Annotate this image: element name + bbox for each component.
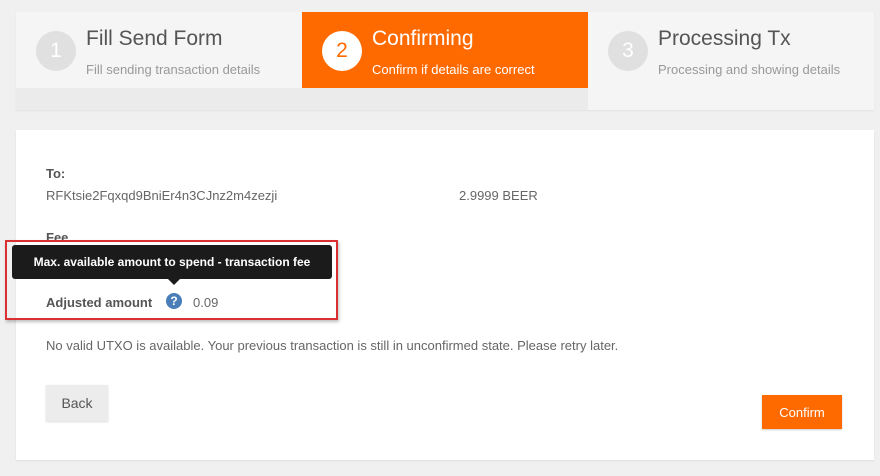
step-number: 1 [36,31,76,71]
error-message: No valid UTXO is available. Your previou… [46,338,619,353]
recipient-address: RFKtsie2Fqxqd9BniEr4n3CJnz2m4zezji [46,188,278,203]
step-subtitle: Fill sending transaction details [86,62,261,77]
step-number: 3 [608,31,648,71]
step-confirming: 2 Confirming Confirm if details are corr… [302,12,588,88]
wizard-steps: 1 Fill Send Form Fill sending transactio… [16,12,874,110]
to-label: To: [46,166,66,181]
step-title: Processing Tx [658,27,791,50]
back-button[interactable]: Back [46,385,108,421]
send-amount: 2.9999 BEER [459,188,538,203]
step-subtitle: Confirm if details are correct [372,62,535,77]
step-number: 2 [322,31,362,71]
step-fill-send-form: 1 Fill Send Form Fill sending transactio… [16,12,302,88]
step-subtitle: Processing and showing details [658,62,841,77]
step-processing-tx: 3 Processing Tx Processing and showing d… [588,12,874,110]
step-title: Confirming [372,27,474,50]
confirm-button[interactable]: Confirm [762,395,842,429]
highlight-box [5,240,338,320]
step-title: Fill Send Form [86,27,223,50]
